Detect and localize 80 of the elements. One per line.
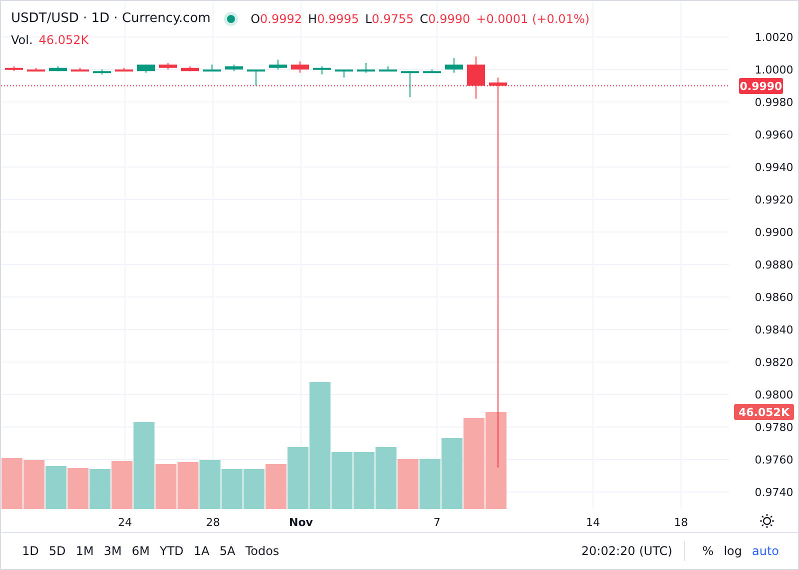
volume-label: Vol. [11, 33, 33, 47]
candle [379, 66, 397, 72]
price-tick: 0.9840 [754, 324, 794, 336]
volume-bar [68, 468, 88, 509]
time-tick: 18 [674, 516, 688, 529]
price-tick: 0.9820 [754, 356, 794, 369]
volume-bar [420, 459, 440, 509]
candle [181, 66, 199, 72]
price-tick: 0.9740 [754, 486, 794, 499]
candle [335, 69, 353, 78]
volume-bar [178, 462, 198, 509]
ohlc-value: L0.9755 [365, 12, 414, 26]
volume-bar [90, 469, 110, 509]
volume-bar [200, 460, 220, 509]
candle [71, 67, 89, 72]
volume-bar [244, 469, 264, 509]
price-tick: 0.9940 [754, 161, 794, 174]
price-tick: 1.0020 [754, 31, 794, 44]
candle [357, 62, 375, 74]
volume-bar [222, 469, 242, 509]
price-tick: 0.9980 [754, 96, 794, 109]
candle [467, 56, 485, 100]
price-tick: 0.9960 [754, 128, 794, 142]
last-price-badge: 0.9990 [739, 78, 783, 94]
price-tick: 0.9880 [754, 258, 794, 272]
price-tick: 0.9920 [754, 194, 794, 206]
status-dot [226, 14, 235, 22]
volume-bar [442, 438, 462, 509]
candle [137, 64, 155, 74]
symbol-title: USDT/USD · 1D · Currency.com [11, 11, 211, 26]
price-tick: 0.9900 [754, 226, 794, 239]
candle [115, 67, 133, 72]
scale-option-button[interactable]: auto [746, 542, 784, 560]
candle [269, 59, 287, 70]
price-tick: 1.0000 [754, 64, 794, 76]
range-button[interactable]: 6M [126, 542, 155, 560]
candle [203, 64, 221, 72]
price-tick: 0.9780 [754, 421, 794, 434]
volume-badge: 46.052K [734, 404, 794, 420]
range-button[interactable]: Todos [240, 542, 284, 560]
price-tick: 0.9760 [754, 454, 794, 466]
time-tick: 28 [206, 516, 220, 529]
ohlc-value: O0.9992 [250, 12, 302, 26]
time-tick: Nov [289, 516, 313, 529]
clock-text: 20:02:20 (UTC) [581, 544, 672, 558]
settings-icon[interactable] [759, 513, 775, 529]
candle [401, 70, 419, 98]
range-button[interactable]: 1M [70, 542, 99, 560]
candle [423, 69, 441, 74]
volume-bar [24, 460, 44, 509]
candle [225, 64, 243, 72]
price-tick: 0.9800 [754, 388, 794, 402]
volume-value: 46.052K [38, 33, 89, 47]
volume-bar [2, 458, 22, 509]
volume-bar [354, 452, 374, 509]
scale-option-button[interactable]: % [697, 542, 719, 560]
candle [49, 66, 67, 72]
candle [313, 66, 331, 75]
price-change: +0.0001 (+0.01%) [476, 12, 590, 26]
candle [291, 60, 309, 74]
range-button[interactable]: 3M [98, 542, 127, 560]
range-button[interactable]: 5A [214, 542, 240, 560]
time-tick: 7 [434, 516, 440, 529]
volume-bar [376, 447, 396, 509]
scale-option-button[interactable]: log [718, 542, 747, 560]
candle [445, 58, 463, 74]
range-button[interactable]: 5D [44, 542, 71, 560]
volume-bar [398, 459, 418, 509]
time-tick: 14 [586, 516, 600, 529]
range-button[interactable]: YTD [154, 542, 189, 560]
volume-bar [266, 464, 286, 509]
ohlc-value: C0.9990 [420, 12, 470, 26]
range-button[interactable]: 1A [188, 542, 214, 560]
ohlc-value: H0.9995 [308, 12, 360, 26]
time-tick: 24 [118, 516, 132, 529]
candle [27, 67, 45, 72]
range-button[interactable]: 1D [17, 542, 44, 560]
candle [247, 69, 265, 86]
volume-bar [46, 466, 66, 509]
price-tick: 0.9860 [754, 291, 794, 304]
